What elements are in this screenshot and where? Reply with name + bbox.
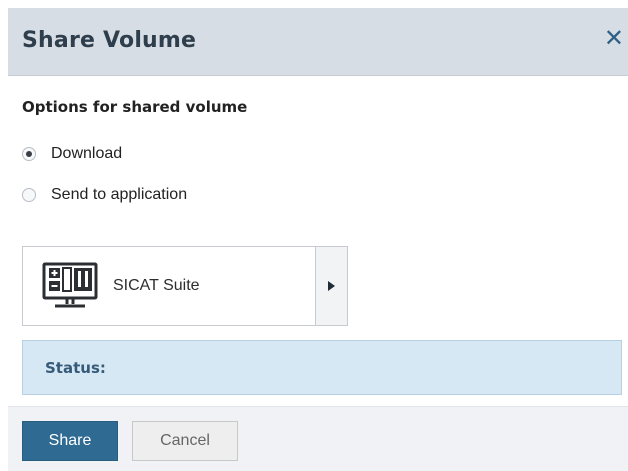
share-volume-dialog: Share Volume ✕ Options for shared volume…	[0, 0, 628, 471]
dialog-header: Share Volume ✕	[8, 8, 628, 76]
monitor-app-icon	[42, 262, 98, 308]
download-option[interactable]: Download	[22, 145, 122, 163]
status-box: Status:	[22, 340, 622, 395]
status-label: Status:	[45, 359, 106, 377]
application-menu-button[interactable]	[315, 247, 347, 325]
dialog-title: Share Volume	[22, 28, 197, 53]
dialog-footer: Share Cancel	[8, 406, 628, 471]
share-button[interactable]: Share	[22, 421, 118, 461]
download-option-label: Download	[51, 145, 123, 162]
send-to-application-option[interactable]: Send to application	[22, 186, 187, 204]
application-name: SICAT Suite	[113, 277, 200, 294]
download-radio-button[interactable]	[22, 147, 36, 161]
send-to-application-radio-button[interactable]	[22, 188, 36, 202]
chevron-right-icon	[328, 281, 335, 291]
application-card: SICAT Suite	[22, 246, 348, 326]
close-icon[interactable]: ✕	[604, 26, 624, 50]
options-section-title: Options for shared volume	[22, 98, 248, 116]
application-selector[interactable]: SICAT Suite	[23, 247, 317, 325]
cancel-button[interactable]: Cancel	[132, 421, 238, 461]
send-to-application-option-label: Send to application	[51, 186, 188, 203]
